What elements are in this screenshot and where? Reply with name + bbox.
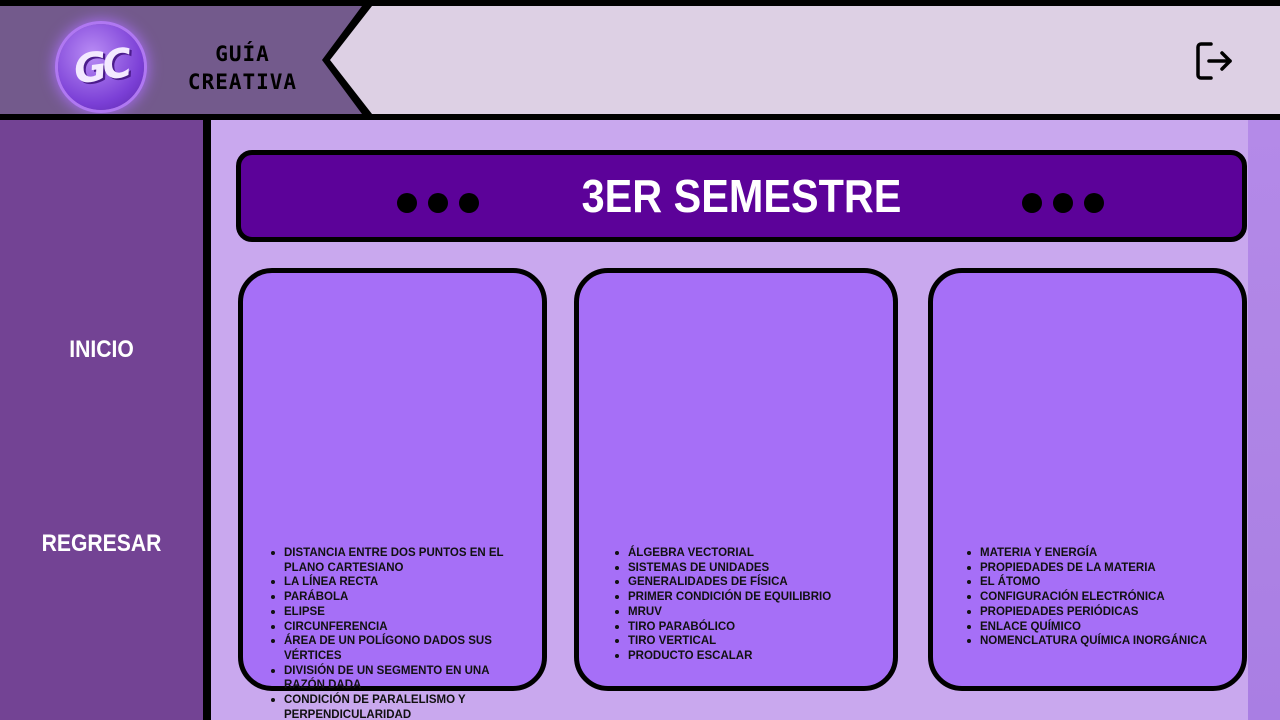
brand-line-1: GUÍA <box>215 42 270 66</box>
list-item: Parábola <box>267 590 529 605</box>
nav-inicio-button[interactable]: INICIO <box>12 336 191 364</box>
subject-card-3[interactable]: Materia y energía Propiedades de la mate… <box>928 268 1247 691</box>
list-item: Generalidades de física <box>611 575 881 590</box>
brand-line-2: CREATIVA <box>187 70 298 94</box>
list-item: Elipse <box>267 605 529 620</box>
subject-card-2[interactable]: Álgebra vectorial Sistemas de unidades G… <box>574 268 898 691</box>
list-item: División de un segmento en una razón dad… <box>267 664 529 693</box>
topic-list: Distancia entre dos puntos en el plano c… <box>267 546 529 720</box>
list-item: La línea recta <box>267 575 529 590</box>
header-bar <box>330 6 1280 114</box>
nav-regresar-button[interactable]: REGRESAR <box>12 530 191 558</box>
list-item: Área de un polígono dados sus vértices <box>267 634 529 663</box>
list-item: Circunferencia <box>267 620 529 635</box>
list-item: Materia y energía <box>963 546 1233 561</box>
list-item: Producto escalar <box>611 649 881 664</box>
sidebar-divider <box>203 120 211 720</box>
list-item: Propiedades de la materia <box>963 561 1233 576</box>
guia-creativa-logo[interactable]: GC <box>58 24 144 110</box>
topic-list: Álgebra vectorial Sistemas de unidades G… <box>611 546 881 664</box>
brand-name: GUÍA CREATIVA <box>170 40 315 96</box>
sidebar <box>0 120 203 720</box>
dots-decoration-right <box>1022 193 1104 213</box>
top-header: GC GUÍA CREATIVA <box>0 0 1280 120</box>
list-item: Propiedades periódicas <box>963 605 1233 620</box>
list-item: Distancia entre dos puntos en el plano c… <box>267 546 529 575</box>
semester-banner: 3ER SEMESTRE <box>236 150 1247 242</box>
list-item: Tiro parabólico <box>611 620 881 635</box>
list-item: Primer condición de equilibrio <box>611 590 881 605</box>
list-item: Tiro vertical <box>611 634 881 649</box>
list-item: MRUV <box>611 605 881 620</box>
decorative-stripe <box>1248 120 1280 720</box>
list-item: Sistemas de unidades <box>611 561 881 576</box>
list-item: El átomo <box>963 575 1233 590</box>
logout-icon[interactable] <box>1194 40 1236 82</box>
subject-card-1[interactable]: Distancia entre dos puntos en el plano c… <box>238 268 547 720</box>
list-item: Configuración electrónica <box>963 590 1233 605</box>
logo-text: GC <box>70 40 132 94</box>
topic-list: Materia y energía Propiedades de la mate… <box>963 546 1233 649</box>
brand-area: GC GUÍA CREATIVA <box>0 6 362 114</box>
list-item: Condición de paralelismo y perpendicular… <box>267 693 529 720</box>
list-item: Álgebra vectorial <box>611 546 881 561</box>
list-item: Nomenclatura química inorgánica <box>963 634 1233 649</box>
list-item: Enlace químico <box>963 620 1233 635</box>
